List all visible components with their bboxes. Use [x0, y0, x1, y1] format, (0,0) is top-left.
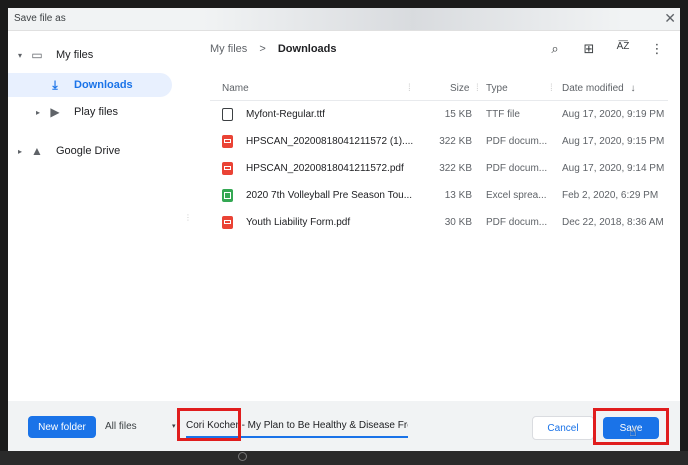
circle-icon [238, 452, 247, 461]
file-list-header: Name ⁞ Size ⁞ Type ⁞ Date modified ↓ [210, 78, 668, 101]
column-header-date-modified[interactable]: Date modified ↓ [562, 83, 635, 94]
sidebar-item-play-files[interactable]: ▸ ▶ Play files [8, 100, 190, 124]
breadcrumb: My files > Downloads [210, 43, 337, 55]
file-name: Myfont-Regular.ttf [246, 109, 325, 120]
file-row[interactable]: Myfont-Regular.ttf 15 KB TTF file Aug 17… [210, 101, 668, 128]
file-size: 322 KB [439, 136, 472, 147]
highlight-box-filename [177, 408, 241, 441]
file-size: 15 KB [444, 109, 472, 120]
new-folder-button[interactable]: New folder [28, 416, 96, 438]
file-size: 322 KB [439, 163, 472, 174]
laptop-icon: ▭ [31, 48, 43, 62]
dialog-title: Save file as [14, 13, 66, 24]
chevron-down-icon[interactable]: ▾ [172, 422, 176, 430]
column-header-size[interactable]: Size [450, 83, 469, 94]
file-row[interactable]: HPSCAN_20200818041211572.pdf 322 KB PDF … [210, 155, 668, 182]
sidebar-item-label: Google Drive [56, 145, 121, 157]
sort-icon[interactable]: A͞Z [614, 41, 632, 57]
file-list: Myfont-Regular.ttf 15 KB TTF file Aug 17… [210, 101, 668, 236]
google-drive-icon: ▲ [31, 144, 43, 158]
file-date-modified: Aug 17, 2020, 9:19 PM [562, 109, 665, 120]
file-row[interactable]: 2020 7th Volleyball Pre Season Tou... 13… [210, 182, 668, 209]
sidebar-item-label: Play files [74, 106, 119, 118]
column-header-name[interactable]: Name [222, 83, 249, 94]
file-size: 13 KB [444, 190, 472, 201]
sidebar-item-downloads[interactable]: ⤓ Downloads [8, 73, 172, 97]
download-icon: ⤓ [52, 77, 58, 92]
panel-resize-handle[interactable]: ⋮ [184, 214, 192, 228]
column-resize-handle[interactable]: ⁞ [550, 83, 553, 94]
highlight-box-save [593, 408, 669, 445]
column-resize-handle[interactable]: ⁞ [408, 83, 411, 94]
file-name: Youth Liability Form.pdf [246, 217, 351, 228]
file-type: Excel sprea... [486, 190, 547, 201]
file-name: HPSCAN_20200818041211572 (1).... [246, 136, 414, 147]
file-type: PDF docum... [486, 217, 548, 228]
file-type: TTF file [486, 109, 520, 120]
file-row[interactable]: HPSCAN_20200818041211572 (1).... 322 KB … [210, 128, 668, 155]
dialog-footer: New folder All files ▾ Cori Kocher - My … [8, 401, 680, 451]
close-icon[interactable]: ✕ [664, 10, 676, 27]
chevron-down-icon[interactable]: ▾ [18, 51, 28, 60]
sidebar: ▾ ▭ My files ⤓ Downloads ▸ ▶ Play files … [8, 30, 190, 400]
pdf-file-icon [222, 216, 233, 229]
file-type: PDF docum... [486, 163, 548, 174]
titlebar-shade [203, 8, 623, 30]
pdf-file-icon [222, 162, 233, 175]
toolbar: ⌕ ⊞ A͞Z ⋮ [546, 41, 666, 57]
sort-arrow-icon: ↓ [630, 83, 636, 94]
bottom-strip [0, 451, 688, 465]
file-date-modified: Aug 17, 2020, 9:14 PM [562, 163, 665, 174]
search-icon[interactable]: ⌕ [546, 41, 564, 57]
column-resize-handle[interactable]: ⁞ [476, 83, 479, 94]
sidebar-item-label: My files [56, 49, 94, 61]
cancel-button[interactable]: Cancel [532, 416, 594, 440]
grid-view-icon[interactable]: ⊞ [580, 41, 598, 57]
breadcrumb-downloads: Downloads [277, 43, 337, 55]
pdf-file-icon [222, 135, 233, 148]
spreadsheet-file-icon [222, 189, 233, 202]
play-files-icon: ▶ [50, 105, 60, 119]
file-type-filter[interactable]: All files [105, 421, 137, 432]
file-row[interactable]: Youth Liability Form.pdf 30 KB PDF docum… [210, 209, 668, 236]
save-file-dialog: Save file as ✕ ▾ ▭ My files ⤓ Downloads … [8, 8, 680, 451]
sidebar-item-label: Downloads [74, 79, 133, 91]
file-type: PDF docum... [486, 136, 548, 147]
file-date-modified: Aug 17, 2020, 9:15 PM [562, 136, 665, 147]
breadcrumb-my-files[interactable]: My files [210, 43, 247, 55]
breadcrumb-separator: > [259, 43, 266, 55]
file-date-modified: Dec 22, 2018, 8:36 AM [562, 217, 664, 228]
column-header-type[interactable]: Type [486, 83, 508, 94]
chevron-right-icon[interactable]: ▸ [36, 108, 46, 117]
document-file-icon [222, 108, 233, 121]
file-name: 2020 7th Volleyball Pre Season Tou... [246, 190, 413, 201]
file-size: 30 KB [444, 217, 472, 228]
chevron-right-icon[interactable]: ▸ [18, 147, 28, 156]
sidebar-item-my-files[interactable]: ▾ ▭ My files [8, 43, 190, 67]
sidebar-item-google-drive[interactable]: ▸ ▲ Google Drive [8, 139, 190, 163]
file-name: HPSCAN_20200818041211572.pdf [246, 163, 404, 174]
file-date-modified: Feb 2, 2020, 6:29 PM [562, 190, 659, 201]
column-header-date-label: Date modified [562, 83, 624, 94]
more-options-icon[interactable]: ⋮ [648, 41, 666, 57]
